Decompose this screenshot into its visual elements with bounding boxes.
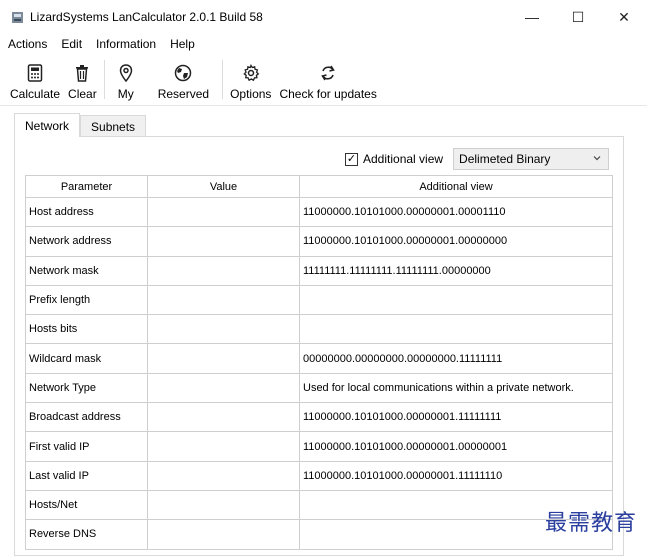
parameter-cell: Host address — [25, 196, 148, 228]
additional-view-cell: Used for local communications within a p… — [299, 372, 613, 404]
value-cell[interactable] — [147, 402, 300, 433]
tab-strip: Network Subnets — [14, 113, 147, 137]
parameter-cell: First valid IP — [25, 431, 148, 462]
table-row[interactable]: Reverse DNS — [25, 519, 613, 550]
value-cell[interactable] — [147, 196, 300, 228]
location-pin-icon — [119, 62, 133, 84]
tab-subnets[interactable]: Subnets — [80, 115, 147, 137]
calculator-icon — [27, 62, 43, 84]
refresh-icon — [320, 62, 336, 84]
parameters-table: Parameter Value Additional view Host add… — [25, 175, 613, 550]
additional-view-cell: 11000000.10101000.00000001.00000000 — [299, 226, 613, 257]
value-cell[interactable] — [147, 460, 300, 491]
close-button[interactable]: ✕ — [601, 0, 647, 34]
parameter-cell: Broadcast address — [25, 402, 148, 433]
table-row[interactable]: Last valid IP 11000000.10101000.00000001.… — [25, 460, 613, 491]
parameter-cell: Network Type — [25, 372, 148, 404]
check-updates-button[interactable]: Check for updates — [275, 54, 380, 106]
value-cell[interactable] — [147, 226, 300, 257]
table-row[interactable]: Network address 11000000.10101000.0000000… — [25, 226, 613, 257]
maximize-button[interactable]: ☐ — [555, 0, 601, 34]
options-button[interactable]: Options — [226, 54, 275, 106]
parameter-cell: Wildcard mask — [25, 343, 148, 374]
table-row[interactable]: Wildcard mask 00000000.00000000.00000000.… — [25, 343, 613, 374]
view-format-value: Delimeted Binary — [459, 152, 551, 166]
window-title: LizardSystems LanCalculator 2.0.1 Build … — [30, 10, 263, 24]
reserved-label: Reserved — [157, 87, 210, 101]
parameter-cell: Reverse DNS — [25, 519, 148, 550]
additional-view-checkbox[interactable]: ✓ — [345, 152, 358, 166]
table-row[interactable]: Hosts bits — [25, 314, 613, 345]
table-row[interactable]: Network mask 11111111.11111111.11111111.0… — [25, 255, 613, 286]
parameter-cell: Network mask — [25, 255, 148, 286]
value-cell[interactable] — [147, 519, 300, 550]
clear-button[interactable]: Clear — [64, 54, 101, 106]
additional-view-row: ✓ Additional view Delimeted Binary — [345, 148, 610, 170]
globe-icon — [174, 62, 192, 84]
value-cell[interactable] — [147, 489, 300, 521]
table-row[interactable]: Host address 11000000.10101000.00000001.0… — [25, 196, 613, 228]
additional-view-label: Additional view — [363, 152, 444, 166]
additional-view-cell: 11000000.10101000.00000001.11111111 — [299, 402, 613, 433]
window-controls: — ☐ ✕ — [509, 0, 647, 34]
additional-view-cell: 11000000.10101000.00000001.11111110 — [299, 460, 613, 491]
tab-network[interactable]: Network — [14, 113, 81, 137]
table-row[interactable]: First valid IP 11000000.10101000.00000001… — [25, 431, 613, 462]
parameter-cell: Last valid IP — [25, 460, 148, 491]
menu-information[interactable]: Information — [88, 37, 162, 51]
additional-view-cell: 11000000.10101000.00000001.00001110 — [299, 196, 613, 228]
value-cell[interactable] — [147, 314, 300, 345]
app-icon — [10, 10, 24, 24]
network-panel: ✓ Additional view Delimeted Binary Param… — [14, 136, 624, 556]
value-cell[interactable] — [147, 343, 300, 374]
column-header-parameter[interactable]: Parameter — [25, 175, 148, 198]
table-row[interactable]: Hosts/Net — [25, 489, 613, 521]
additional-view-cell — [299, 314, 613, 345]
calculate-label: Calculate — [10, 87, 61, 101]
additional-view-cell: 11000000.10101000.00000001.00000001 — [299, 431, 613, 462]
watermark-text: 最需教育 — [544, 511, 637, 536]
toolbar-separator — [222, 60, 224, 99]
parameter-cell: Hosts/Net — [25, 489, 148, 521]
table-row[interactable]: Prefix length — [25, 284, 613, 316]
table-header-row: Parameter Value Additional view — [25, 175, 613, 198]
menu-edit[interactable]: Edit — [53, 37, 88, 51]
view-format-select[interactable]: Delimeted Binary — [453, 148, 610, 170]
my-button[interactable]: My — [108, 54, 144, 106]
my-label: My — [117, 87, 134, 101]
value-cell[interactable] — [147, 255, 300, 286]
parameter-cell: Network address — [25, 226, 148, 257]
reserved-button[interactable]: Reserved — [144, 54, 219, 106]
title-bar: LizardSystems LanCalculator 2.0.1 Build … — [0, 0, 647, 34]
parameter-cell: Prefix length — [25, 284, 148, 316]
chevron-down-icon — [592, 152, 602, 166]
menu-actions[interactable]: Actions — [0, 37, 53, 51]
additional-view-cell — [299, 284, 613, 316]
parameter-cell: Hosts bits — [25, 314, 148, 345]
toolbar-separator — [103, 60, 105, 99]
additional-view-cell: 00000000.00000000.00000000.11111111 — [299, 343, 613, 374]
value-cell[interactable] — [147, 284, 300, 316]
menu-bar: Actions Edit Information Help — [0, 34, 647, 54]
trash-icon — [74, 62, 90, 84]
additional-view-cell: 11111111.11111111.11111111.00000000 — [299, 255, 613, 286]
column-header-value[interactable]: Value — [147, 175, 300, 198]
toolbar: Calculate Clear My Reserved Options Chec… — [0, 54, 647, 106]
clear-label: Clear — [68, 87, 97, 101]
check-updates-label: Check for updates — [279, 87, 377, 101]
column-header-additional-view[interactable]: Additional view — [299, 175, 613, 198]
table-row[interactable]: Broadcast address 11000000.10101000.00000… — [25, 402, 613, 433]
calculate-button[interactable]: Calculate — [6, 54, 64, 106]
value-cell[interactable] — [147, 372, 300, 404]
menu-help[interactable]: Help — [162, 37, 201, 51]
options-label: Options — [230, 87, 272, 101]
value-cell[interactable] — [147, 431, 300, 462]
table-row[interactable]: Network Type Used for local communication… — [25, 372, 613, 404]
minimize-button[interactable]: — — [509, 0, 555, 34]
gear-icon — [242, 62, 260, 84]
